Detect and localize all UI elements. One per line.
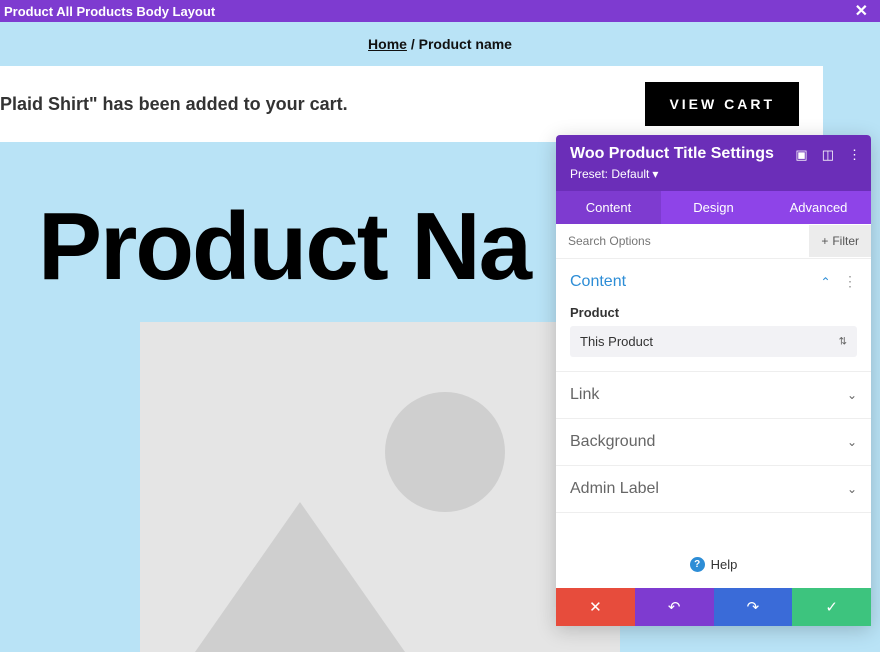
- filter-button[interactable]: + Filter: [809, 225, 871, 257]
- section-content-title: Content: [570, 273, 626, 291]
- more-icon[interactable]: ⋮: [848, 147, 861, 163]
- footer-buttons: ✕ ↶ ↷ ✓: [556, 588, 871, 626]
- top-bar-title: Product All Products Body Layout: [4, 4, 215, 19]
- close-icon[interactable]: ✕: [855, 1, 868, 21]
- placeholder-triangle: [160, 502, 440, 652]
- product-field-label: Product: [570, 305, 857, 320]
- help-row[interactable]: ? Help: [556, 541, 871, 588]
- section-content-body: Product This Product ⇅: [556, 305, 871, 371]
- chevron-down-icon: ⌄: [847, 482, 857, 496]
- tab-advanced[interactable]: Advanced: [766, 191, 871, 224]
- section-admin-label-title: Admin Label: [570, 480, 659, 498]
- section-content-header[interactable]: Content ⌃ ⋮: [556, 259, 871, 305]
- plus-icon: +: [821, 234, 828, 248]
- panel-header: Woo Product Title Settings Preset: Defau…: [556, 135, 871, 191]
- panel-header-icons: ▣ ◫ ⋮: [795, 147, 861, 163]
- placeholder-circle: [385, 392, 505, 512]
- view-cart-button[interactable]: VIEW CART: [645, 82, 799, 126]
- breadcrumb: Home / Product name: [0, 22, 880, 66]
- search-input[interactable]: [556, 224, 809, 258]
- settings-panel: Woo Product Title Settings Preset: Defau…: [556, 135, 871, 626]
- product-image-placeholder: [140, 322, 620, 652]
- breadcrumb-sep: /: [407, 36, 419, 52]
- chevron-up-icon: ⌃: [820, 275, 830, 289]
- breadcrumb-current: Product name: [419, 36, 512, 52]
- section-admin-label-header[interactable]: Admin Label ⌄: [556, 466, 871, 512]
- search-row: + Filter: [556, 224, 871, 259]
- product-select-wrap: This Product ⇅: [570, 326, 857, 357]
- section-link-header[interactable]: Link ⌄: [556, 372, 871, 418]
- section-admin-label: Admin Label ⌄: [556, 466, 871, 513]
- product-select[interactable]: This Product: [570, 326, 857, 357]
- top-bar: Product All Products Body Layout ✕: [0, 0, 880, 22]
- columns-icon[interactable]: ◫: [822, 147, 834, 163]
- save-button[interactable]: ✓: [792, 588, 871, 626]
- tab-content[interactable]: Content: [556, 191, 661, 224]
- chevron-down-icon: ⌄: [847, 388, 857, 402]
- tabs: Content Design Advanced: [556, 191, 871, 224]
- section-content: Content ⌃ ⋮ Product This Product ⇅: [556, 259, 871, 372]
- help-icon: ?: [690, 557, 705, 572]
- redo-button[interactable]: ↷: [714, 588, 793, 626]
- caret-down-icon: ▾: [652, 167, 658, 181]
- section-link: Link ⌄: [556, 372, 871, 419]
- chevron-down-icon: ⌄: [847, 435, 857, 449]
- cancel-button[interactable]: ✕: [556, 588, 635, 626]
- cart-notice: Plaid Shirt" has been added to your cart…: [0, 66, 823, 142]
- breadcrumb-home[interactable]: Home: [368, 36, 407, 52]
- help-label: Help: [711, 557, 738, 572]
- undo-button[interactable]: ↶: [635, 588, 714, 626]
- section-background-title: Background: [570, 433, 655, 451]
- tab-design[interactable]: Design: [661, 191, 766, 224]
- section-background: Background ⌄: [556, 419, 871, 466]
- section-link-title: Link: [570, 386, 599, 404]
- preset-dropdown[interactable]: Preset: Default ▾: [570, 167, 658, 181]
- expand-icon[interactable]: ▣: [795, 147, 807, 163]
- notice-text: Plaid Shirt" has been added to your cart…: [0, 94, 348, 115]
- section-more-icon[interactable]: ⋮: [843, 273, 857, 289]
- section-background-header[interactable]: Background ⌄: [556, 419, 871, 465]
